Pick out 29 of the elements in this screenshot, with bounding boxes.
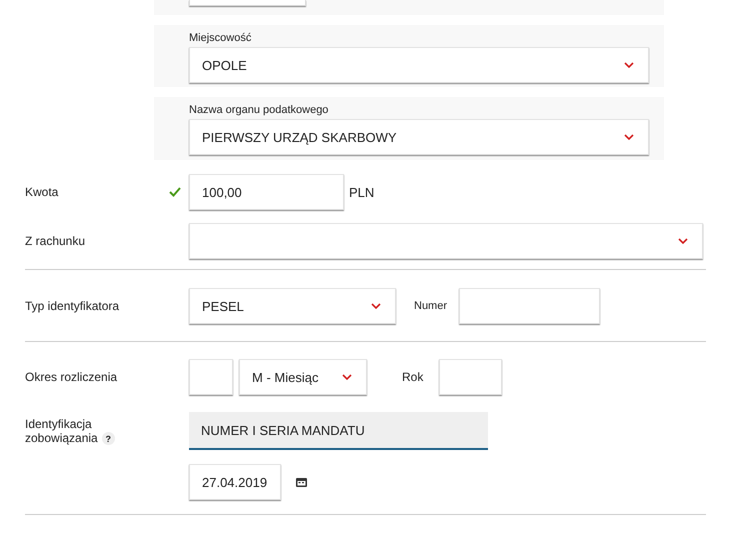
- dropdown[interactable]: M - Miesiąc: [239, 359, 367, 395]
- field-label: Rok: [402, 370, 424, 384]
- date-field[interactable]: 27.04.2019: [189, 464, 281, 500]
- field-label: Typ identyfikatora: [24, 299, 120, 313]
- obligation-field[interactable]: NUMER I SERIA MANDATU: [189, 412, 488, 450]
- chevron-down-icon: [342, 374, 352, 380]
- chevron-down-icon: [371, 303, 381, 309]
- field-label: Okres rozliczenia: [24, 370, 118, 384]
- currency-label: PLN: [349, 184, 374, 200]
- field-label: Kwota: [25, 185, 58, 199]
- amount-field[interactable]: 100,00: [189, 174, 344, 210]
- chevron-down-icon: [624, 62, 634, 68]
- year-field[interactable]: [439, 359, 502, 395]
- help-icon[interactable]: ?: [102, 432, 115, 445]
- field-label: Numer: [414, 300, 448, 312]
- dropdown[interactable]: PESEL: [189, 288, 396, 324]
- number-field[interactable]: [459, 288, 600, 324]
- chevron-down-icon: [678, 238, 688, 244]
- field-label: Identyfikacja zobowiązania: [25, 417, 98, 445]
- input-field[interactable]: [189, 0, 306, 6]
- dropdown[interactable]: PIERWSZY URZĄD SKARBOWY: [189, 119, 649, 155]
- dropdown[interactable]: OPOLE: [189, 47, 649, 83]
- account-dropdown[interactable]: [189, 223, 703, 259]
- field-label: Z rachunku: [24, 234, 86, 248]
- field-label: Nazwa organu podatkowego: [189, 103, 330, 118]
- chevron-down-icon: [624, 134, 634, 140]
- input-field[interactable]: [189, 359, 233, 395]
- calendar-icon[interactable]: [296, 477, 307, 487]
- field-label: Miejscowość: [189, 31, 252, 46]
